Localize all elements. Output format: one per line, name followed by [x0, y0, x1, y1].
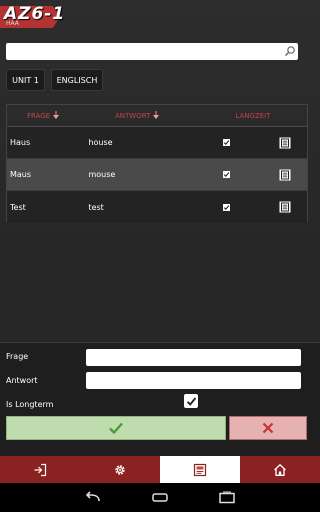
close-icon [262, 422, 274, 434]
tab-logout[interactable] [0, 456, 80, 483]
edit-note-icon[interactable] [279, 201, 291, 213]
sort-arrow-icon [153, 111, 160, 119]
settings-icon [115, 464, 125, 475]
cell-frage: Maus [10, 170, 32, 179]
check-icon [222, 171, 230, 178]
cell-action [251, 169, 307, 181]
app-screen: AZ6-1 HAA UNIT 1 ENGLISCH FRAGE ANTWORT [0, 0, 320, 483]
search-input[interactable] [6, 47, 298, 64]
table-row[interactable]: Test test [7, 191, 307, 223]
logout-icon [34, 463, 47, 476]
sort-arrow-icon [53, 111, 60, 119]
table-row[interactable]: Haus house [7, 127, 307, 159]
home-nav-icon[interactable] [150, 491, 170, 505]
home-icon [274, 463, 286, 476]
frage-input[interactable] [86, 349, 301, 366]
android-navigation-bar [0, 483, 320, 512]
back-icon[interactable] [83, 490, 103, 505]
check-icon [222, 139, 230, 146]
entry-form: Frage Antwort Is Longterm [0, 342, 320, 458]
antwort-label: Antwort [6, 376, 38, 385]
tab-home[interactable] [240, 456, 320, 483]
column-header-frage[interactable]: FRAGE [7, 111, 89, 120]
cell-langzeit [202, 171, 252, 178]
check-icon [109, 422, 123, 435]
tab-vocabulary[interactable] [160, 456, 240, 483]
search-icon[interactable] [284, 45, 296, 57]
confirm-button[interactable] [6, 416, 226, 440]
bottom-tab-bar [0, 456, 320, 483]
table-header: FRAGE ANTWORT LANGZEIT [7, 105, 307, 127]
frage-label: Frage [6, 352, 29, 361]
recent-apps-icon[interactable] [217, 491, 237, 505]
table-row[interactable]: Maus mouse [7, 159, 307, 191]
check-icon [222, 203, 230, 211]
cell-antwort: house [88, 138, 113, 147]
column-header-langzeit: LANGZEIT [203, 112, 303, 120]
cell-frage: Haus [10, 138, 31, 147]
edit-note-icon[interactable] [279, 137, 291, 149]
header: AZ6-1 HAA [0, 0, 320, 34]
antwort-input[interactable] [86, 372, 301, 389]
longterm-label: Is Longterm [6, 400, 54, 409]
logo-subtitle: HAA [6, 20, 19, 27]
column-header-antwort[interactable]: ANTWORT [89, 111, 203, 120]
unit-filter-button[interactable]: UNIT 1 [6, 69, 45, 91]
column-label-frage: FRAGE [27, 111, 51, 120]
edit-note-icon[interactable] [279, 169, 291, 181]
vocabulary-icon [193, 463, 207, 476]
cell-langzeit [202, 203, 252, 211]
language-filter-button[interactable]: ENGLISCH [51, 69, 103, 91]
cell-action [251, 201, 307, 213]
cell-action [251, 137, 307, 149]
cell-antwort: mouse [88, 170, 116, 179]
checkbox-check-icon [186, 396, 196, 406]
longterm-checkbox[interactable] [184, 394, 198, 408]
column-label-antwort: ANTWORT [115, 111, 151, 120]
cell-frage: Test [10, 202, 26, 212]
cancel-button[interactable] [229, 416, 307, 440]
tab-settings[interactable] [80, 456, 160, 483]
cell-antwort: test [88, 202, 104, 212]
cell-langzeit [202, 139, 252, 146]
search-box[interactable] [6, 43, 298, 64]
vocabulary-table: FRAGE ANTWORT LANGZEIT Haus house Maus m… [6, 104, 308, 223]
column-label-langzeit: LANGZEIT [235, 111, 271, 120]
